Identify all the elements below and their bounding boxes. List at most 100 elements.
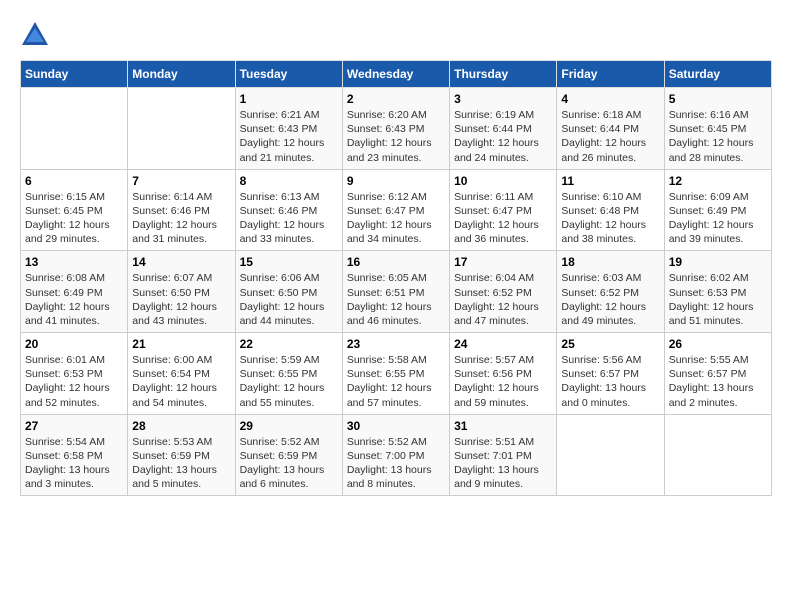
day-number: 5 [669,92,767,106]
day-info: Sunrise: 6:10 AMSunset: 6:48 PMDaylight:… [561,190,659,247]
calendar-cell: 7 Sunrise: 6:14 AMSunset: 6:46 PMDaylight… [128,169,235,251]
day-number: 27 [25,419,123,433]
day-info: Sunrise: 6:11 AMSunset: 6:47 PMDaylight:… [454,190,552,247]
day-number: 31 [454,419,552,433]
calendar-cell: 4 Sunrise: 6:18 AMSunset: 6:44 PMDaylight… [557,88,664,170]
day-info: Sunrise: 6:14 AMSunset: 6:46 PMDaylight:… [132,190,230,247]
day-info: Sunrise: 6:16 AMSunset: 6:45 PMDaylight:… [669,108,767,165]
calendar-cell: 24 Sunrise: 5:57 AMSunset: 6:56 PMDayligh… [450,333,557,415]
day-number: 25 [561,337,659,351]
calendar-cell: 2Sunrise: 6:20 AMSunset: 6:43 PMDaylight… [342,88,449,170]
day-info: Sunrise: 6:03 AMSunset: 6:52 PMDaylight:… [561,271,659,328]
calendar-cell: 30Sunrise: 5:52 AMSunset: 7:00 PMDayligh… [342,414,449,496]
day-header-thursday: Thursday [450,61,557,88]
calendar-cell: 3 Sunrise: 6:19 AMSunset: 6:44 PMDaylight… [450,88,557,170]
calendar-week-row: 6 Sunrise: 6:15 AMSunset: 6:45 PMDaylight… [21,169,772,251]
day-info: Sunrise: 5:59 AMSunset: 6:55 PMDaylight:… [240,353,338,410]
calendar-cell: 13 Sunrise: 6:08 AMSunset: 6:49 PMDayligh… [21,251,128,333]
calendar-cell: 10 Sunrise: 6:11 AMSunset: 6:47 PMDayligh… [450,169,557,251]
calendar-cell [128,88,235,170]
day-info: Sunrise: 6:09 AMSunset: 6:49 PMDaylight:… [669,190,767,247]
calendar-cell: 8Sunrise: 6:13 AMSunset: 6:46 PMDaylight… [235,169,342,251]
calendar-cell: 31 Sunrise: 5:51 AMSunset: 7:01 PMDayligh… [450,414,557,496]
calendar-cell: 15 Sunrise: 6:06 AMSunset: 6:50 PMDayligh… [235,251,342,333]
day-info: Sunrise: 5:57 AMSunset: 6:56 PMDaylight:… [454,353,552,410]
day-header-tuesday: Tuesday [235,61,342,88]
day-info: Sunrise: 5:53 AMSunset: 6:59 PMDaylight:… [132,435,230,492]
day-number: 26 [669,337,767,351]
calendar-cell [557,414,664,496]
day-info: Sunrise: 5:52 AMSunset: 7:00 PMDaylight:… [347,435,445,492]
day-info: Sunrise: 6:01 AMSunset: 6:53 PMDaylight:… [25,353,123,410]
calendar-cell: 12Sunrise: 6:09 AMSunset: 6:49 PMDayligh… [664,169,771,251]
logo [20,20,54,50]
calendar-cell: 5 Sunrise: 6:16 AMSunset: 6:45 PMDaylight… [664,88,771,170]
day-info: Sunrise: 6:15 AMSunset: 6:45 PMDaylight:… [25,190,123,247]
day-number: 6 [25,174,123,188]
day-info: Sunrise: 6:13 AMSunset: 6:46 PMDaylight:… [240,190,338,247]
day-info: Sunrise: 6:12 AMSunset: 6:47 PMDaylight:… [347,190,445,247]
calendar-cell: 29 Sunrise: 5:52 AMSunset: 6:59 PMDayligh… [235,414,342,496]
calendar-cell: 22Sunrise: 5:59 AMSunset: 6:55 PMDayligh… [235,333,342,415]
day-number: 2 [347,92,445,106]
day-number: 11 [561,174,659,188]
day-info: Sunrise: 6:04 AMSunset: 6:52 PMDaylight:… [454,271,552,328]
calendar-cell [21,88,128,170]
calendar-cell: 25 Sunrise: 5:56 AMSunset: 6:57 PMDayligh… [557,333,664,415]
day-info: Sunrise: 5:52 AMSunset: 6:59 PMDaylight:… [240,435,338,492]
day-info: Sunrise: 5:51 AMSunset: 7:01 PMDaylight:… [454,435,552,492]
calendar-cell [664,414,771,496]
day-info: Sunrise: 6:18 AMSunset: 6:44 PMDaylight:… [561,108,659,165]
day-number: 20 [25,337,123,351]
day-number: 18 [561,255,659,269]
day-info: Sunrise: 5:55 AMSunset: 6:57 PMDaylight:… [669,353,767,410]
day-info: Sunrise: 6:07 AMSunset: 6:50 PMDaylight:… [132,271,230,328]
day-header-saturday: Saturday [664,61,771,88]
calendar-cell: 19Sunrise: 6:02 AMSunset: 6:53 PMDayligh… [664,251,771,333]
calendar-cell: 11 Sunrise: 6:10 AMSunset: 6:48 PMDayligh… [557,169,664,251]
calendar-cell: 27 Sunrise: 5:54 AMSunset: 6:58 PMDayligh… [21,414,128,496]
day-number: 4 [561,92,659,106]
day-number: 13 [25,255,123,269]
calendar-header-row: SundayMondayTuesdayWednesdayThursdayFrid… [21,61,772,88]
calendar-table: SundayMondayTuesdayWednesdayThursdayFrid… [20,60,772,496]
day-number: 21 [132,337,230,351]
calendar-cell: 20 Sunrise: 6:01 AMSunset: 6:53 PMDayligh… [21,333,128,415]
calendar-cell: 1Sunrise: 6:21 AMSunset: 6:43 PMDaylight… [235,88,342,170]
calendar-cell: 21 Sunrise: 6:00 AMSunset: 6:54 PMDayligh… [128,333,235,415]
day-info: Sunrise: 5:56 AMSunset: 6:57 PMDaylight:… [561,353,659,410]
day-number: 15 [240,255,338,269]
calendar-week-row: 27 Sunrise: 5:54 AMSunset: 6:58 PMDayligh… [21,414,772,496]
day-header-friday: Friday [557,61,664,88]
calendar-cell: 23Sunrise: 5:58 AMSunset: 6:55 PMDayligh… [342,333,449,415]
day-number: 23 [347,337,445,351]
day-number: 1 [240,92,338,106]
day-number: 3 [454,92,552,106]
day-number: 9 [347,174,445,188]
day-number: 29 [240,419,338,433]
day-info: Sunrise: 6:00 AMSunset: 6:54 PMDaylight:… [132,353,230,410]
calendar-week-row: 1Sunrise: 6:21 AMSunset: 6:43 PMDaylight… [21,88,772,170]
day-header-monday: Monday [128,61,235,88]
calendar-cell: 6 Sunrise: 6:15 AMSunset: 6:45 PMDaylight… [21,169,128,251]
day-number: 28 [132,419,230,433]
calendar-cell: 18 Sunrise: 6:03 AMSunset: 6:52 PMDayligh… [557,251,664,333]
day-number: 17 [454,255,552,269]
day-number: 14 [132,255,230,269]
calendar-cell: 26 Sunrise: 5:55 AMSunset: 6:57 PMDayligh… [664,333,771,415]
day-info: Sunrise: 6:02 AMSunset: 6:53 PMDaylight:… [669,271,767,328]
day-info: Sunrise: 6:08 AMSunset: 6:49 PMDaylight:… [25,271,123,328]
day-number: 7 [132,174,230,188]
calendar-cell: 14 Sunrise: 6:07 AMSunset: 6:50 PMDayligh… [128,251,235,333]
calendar-cell: 9 Sunrise: 6:12 AMSunset: 6:47 PMDaylight… [342,169,449,251]
page-header [20,20,772,50]
calendar-cell: 16Sunrise: 6:05 AMSunset: 6:51 PMDayligh… [342,251,449,333]
calendar-cell: 28 Sunrise: 5:53 AMSunset: 6:59 PMDayligh… [128,414,235,496]
day-info: Sunrise: 6:19 AMSunset: 6:44 PMDaylight:… [454,108,552,165]
day-number: 10 [454,174,552,188]
day-number: 24 [454,337,552,351]
calendar-cell: 17 Sunrise: 6:04 AMSunset: 6:52 PMDayligh… [450,251,557,333]
day-info: Sunrise: 6:06 AMSunset: 6:50 PMDaylight:… [240,271,338,328]
day-header-wednesday: Wednesday [342,61,449,88]
day-info: Sunrise: 5:54 AMSunset: 6:58 PMDaylight:… [25,435,123,492]
